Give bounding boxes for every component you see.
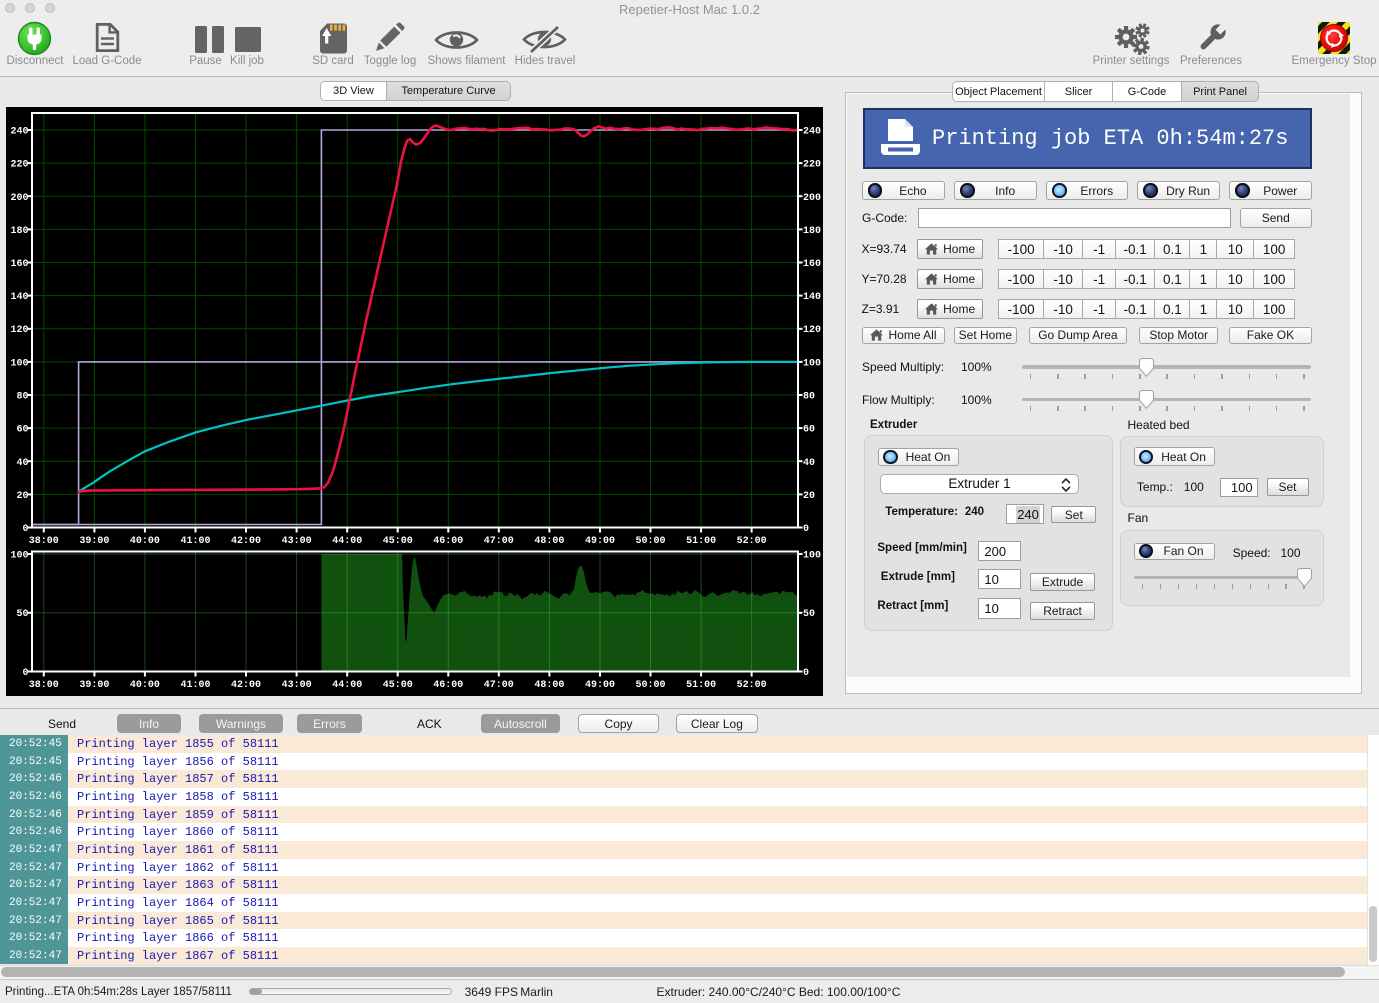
svg-text:42:00: 42:00 (231, 680, 261, 691)
svg-text:48:00: 48:00 (534, 536, 564, 547)
svg-text:200: 200 (803, 193, 821, 204)
svg-text:48:00: 48:00 (534, 680, 564, 691)
svg-text:0: 0 (803, 668, 809, 679)
svg-text:240: 240 (803, 127, 821, 138)
svg-text:51:00: 51:00 (686, 680, 716, 691)
svg-text:140: 140 (803, 292, 821, 303)
svg-text:120: 120 (803, 325, 821, 336)
svg-text:52:00: 52:00 (737, 536, 767, 547)
svg-text:100: 100 (803, 358, 821, 369)
svg-text:0: 0 (22, 524, 28, 535)
svg-text:100: 100 (10, 358, 28, 369)
svg-text:20: 20 (16, 491, 28, 502)
svg-text:100: 100 (803, 551, 821, 562)
svg-text:60: 60 (803, 425, 815, 436)
svg-text:0: 0 (803, 524, 809, 535)
svg-text:47:00: 47:00 (484, 536, 514, 547)
svg-text:50:00: 50:00 (635, 680, 665, 691)
svg-text:60: 60 (16, 425, 28, 436)
svg-text:39:00: 39:00 (79, 680, 109, 691)
svg-text:40:00: 40:00 (130, 680, 160, 691)
svg-text:200: 200 (10, 193, 28, 204)
svg-text:42:00: 42:00 (231, 536, 261, 547)
svg-text:41:00: 41:00 (180, 536, 210, 547)
svg-text:100: 100 (10, 551, 28, 562)
svg-text:20: 20 (803, 491, 815, 502)
svg-text:47:00: 47:00 (484, 680, 514, 691)
svg-text:220: 220 (10, 160, 28, 171)
svg-text:120: 120 (10, 325, 28, 336)
svg-text:41:00: 41:00 (180, 680, 210, 691)
svg-text:40:00: 40:00 (130, 536, 160, 547)
svg-text:140: 140 (10, 292, 28, 303)
svg-text:52:00: 52:00 (737, 680, 767, 691)
svg-text:160: 160 (10, 259, 28, 270)
svg-text:40: 40 (803, 458, 815, 469)
svg-text:80: 80 (16, 392, 28, 403)
svg-text:49:00: 49:00 (585, 536, 615, 547)
svg-text:160: 160 (803, 259, 821, 270)
svg-text:44:00: 44:00 (332, 536, 362, 547)
svg-text:46:00: 46:00 (433, 680, 463, 691)
svg-text:80: 80 (803, 392, 815, 403)
svg-text:0: 0 (22, 668, 28, 679)
svg-text:220: 220 (803, 160, 821, 171)
svg-text:180: 180 (10, 226, 28, 237)
svg-text:50: 50 (803, 609, 815, 620)
svg-text:180: 180 (803, 226, 821, 237)
svg-text:240: 240 (10, 127, 28, 138)
svg-text:38:00: 38:00 (29, 536, 59, 547)
svg-text:45:00: 45:00 (383, 536, 413, 547)
svg-text:46:00: 46:00 (433, 536, 463, 547)
svg-text:51:00: 51:00 (686, 536, 716, 547)
svg-text:43:00: 43:00 (282, 536, 312, 547)
svg-text:44:00: 44:00 (332, 680, 362, 691)
svg-text:50: 50 (16, 609, 28, 620)
svg-text:39:00: 39:00 (79, 536, 109, 547)
svg-text:49:00: 49:00 (585, 680, 615, 691)
svg-text:50:00: 50:00 (635, 536, 665, 547)
svg-text:45:00: 45:00 (383, 680, 413, 691)
svg-text:40: 40 (16, 458, 28, 469)
svg-text:43:00: 43:00 (282, 680, 312, 691)
svg-text:38:00: 38:00 (29, 680, 59, 691)
